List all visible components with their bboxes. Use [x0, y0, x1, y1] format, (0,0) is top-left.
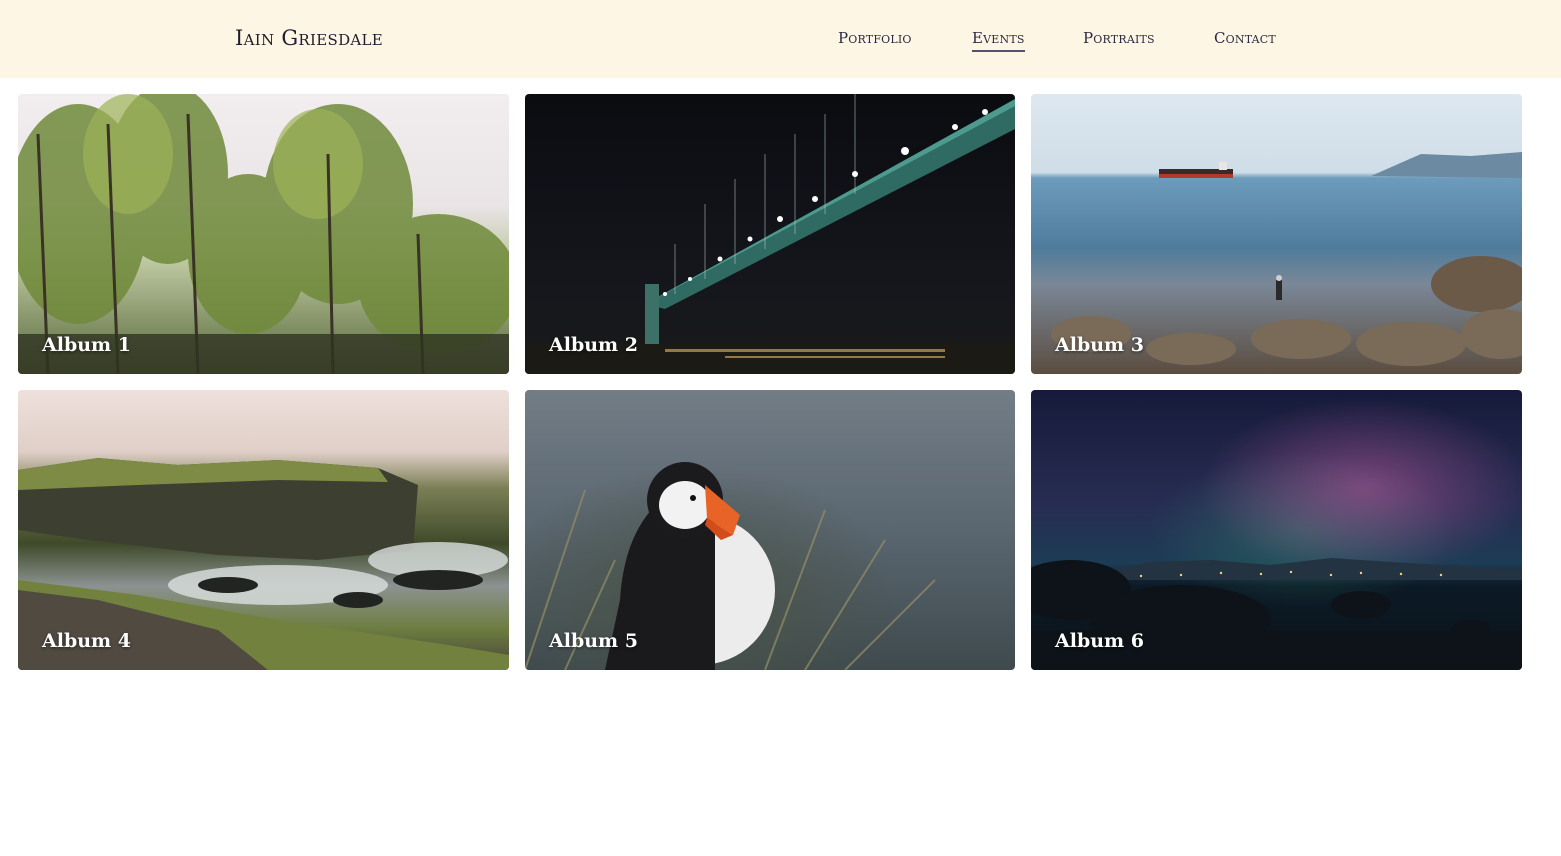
- nav-portfolio[interactable]: Portfolio: [838, 29, 912, 47]
- album-6-label: Album 6: [1055, 630, 1144, 652]
- album-card-5[interactable]: Album 5: [525, 390, 1015, 670]
- album-6-image: [1031, 390, 1522, 670]
- album-2-label: Album 2: [549, 334, 638, 356]
- album-1-label: Album 1: [42, 334, 131, 356]
- album-card-6[interactable]: Album 6: [1031, 390, 1522, 670]
- nav-contact[interactable]: Contact: [1214, 29, 1276, 47]
- album-card-3[interactable]: Album 3: [1031, 94, 1522, 374]
- album-3-label: Album 3: [1055, 334, 1144, 356]
- album-5-image: [525, 390, 1015, 670]
- album-card-4[interactable]: Album 4: [18, 390, 509, 670]
- album-5-label: Album 5: [549, 630, 638, 652]
- album-card-2[interactable]: Album 2: [525, 94, 1015, 374]
- album-card-1[interactable]: Album 1: [18, 94, 509, 374]
- main-nav: Portfolio Events Portraits Contact: [0, 29, 1561, 53]
- album-4-image: [18, 390, 509, 670]
- site-header: Iain Griesdale Portfolio Events Portrait…: [0, 0, 1561, 78]
- album-1-image: [18, 94, 509, 374]
- album-grid: Album 1 Album 2 Album 3 Album 4 Album 5 …: [18, 94, 1522, 670]
- album-4-label: Album 4: [42, 630, 131, 652]
- album-2-image: [525, 94, 1015, 374]
- album-3-image: [1031, 94, 1522, 374]
- nav-events[interactable]: Events: [972, 29, 1025, 52]
- nav-portraits[interactable]: Portraits: [1083, 29, 1155, 47]
